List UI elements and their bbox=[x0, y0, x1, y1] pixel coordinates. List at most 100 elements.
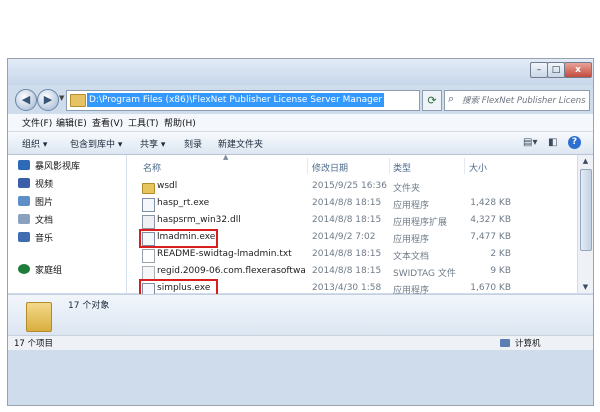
file-name: README-swidtag-lmadmin.txt bbox=[157, 249, 292, 259]
file-type: 应用程序 bbox=[393, 235, 430, 245]
music-icon bbox=[18, 232, 30, 242]
menu-bar: 文件(F) 编辑(E) 查看(V) 工具(T) 帮助(H) bbox=[8, 114, 593, 132]
close-button[interactable]: x bbox=[564, 62, 592, 78]
sidebar-item-label: 文档 bbox=[35, 216, 54, 226]
status-bar: 17 个项目 计算机 bbox=[8, 335, 593, 350]
document-icon bbox=[18, 214, 30, 224]
address-row: ◀ ▶ ▼ D:\Program Files (x86)\FlexNet Pub… bbox=[8, 85, 593, 113]
organize-button[interactable]: 组织 ▾ bbox=[22, 137, 47, 150]
computer-icon bbox=[500, 339, 510, 347]
sidebar-item-baofeng-library[interactable]: 暴风影视库 bbox=[18, 159, 80, 172]
forward-button[interactable]: ▶ bbox=[37, 89, 59, 111]
video-icon bbox=[18, 178, 30, 188]
file-icon bbox=[142, 266, 155, 280]
file-type: 文本文档 bbox=[393, 252, 430, 262]
file-name: wsdl bbox=[157, 181, 178, 191]
file-date: 2014/9/2 7:02 bbox=[312, 232, 376, 242]
object-count: 17 个对象 bbox=[68, 301, 110, 311]
menu-edit[interactable]: 编辑(E) bbox=[56, 116, 87, 129]
column-divider[interactable] bbox=[389, 158, 390, 174]
back-button[interactable]: ◀ bbox=[15, 89, 37, 111]
library-icon bbox=[18, 160, 30, 170]
file-size: 1,670 KB bbox=[470, 283, 511, 293]
sidebar-item-videos[interactable]: 视频 bbox=[18, 177, 53, 190]
minimize-button[interactable]: – bbox=[530, 62, 548, 78]
share-button[interactable]: 共享 ▾ bbox=[140, 137, 165, 150]
file-type: SWIDTAG 文件 bbox=[393, 269, 456, 279]
file-size: 7,477 KB bbox=[470, 232, 511, 242]
preview-pane-icon[interactable]: ◧ bbox=[548, 137, 557, 148]
folder-icon bbox=[26, 302, 52, 332]
file-type: 文件夹 bbox=[393, 184, 421, 194]
file-list: ▲ 名称 修改日期 类型 大小 wsdl 2015/9/25 16:36 文件夹… bbox=[127, 153, 577, 297]
item-count: 17 个项目 bbox=[14, 339, 54, 349]
column-divider[interactable] bbox=[307, 158, 308, 174]
sidebar-item-documents[interactable]: 文档 bbox=[18, 213, 53, 226]
sidebar-item-music[interactable]: 音乐 bbox=[18, 231, 53, 244]
column-header-size[interactable]: 大小 bbox=[469, 161, 487, 174]
title-bar: – □ x bbox=[8, 59, 593, 85]
menu-help[interactable]: 帮助(H) bbox=[164, 116, 196, 129]
explorer-window: – □ x ◀ ▶ ▼ D:\Program Files (x86)\FlexN… bbox=[7, 58, 594, 406]
file-name: hasp_rt.exe bbox=[157, 198, 210, 208]
menu-tools[interactable]: 工具(T) bbox=[128, 116, 159, 129]
search-input[interactable]: ⌕ 搜索 FlexNet Publisher License Ser... bbox=[444, 90, 590, 111]
file-date: 2014/8/8 18:15 bbox=[312, 215, 382, 225]
navigation-pane: 暴风影视库 视频 图片 文档 音乐 家庭组 bbox=[8, 155, 127, 293]
maximize-button[interactable]: □ bbox=[547, 62, 565, 78]
sidebar-item-label: 视频 bbox=[35, 180, 54, 190]
file-row[interactable]: hasp_rt.exe 2014/8/8 18:15 应用程序 1,428 KB bbox=[127, 196, 577, 213]
file-date: 2014/8/8 18:15 bbox=[312, 266, 382, 276]
sidebar-item-label: 家庭组 bbox=[35, 266, 63, 276]
sidebar-item-homegroup[interactable]: 家庭组 bbox=[18, 263, 62, 276]
burn-button[interactable]: 刻录 bbox=[184, 137, 202, 150]
search-icon: ⌕ bbox=[448, 92, 455, 105]
vertical-scrollbar[interactable]: ▲ ▼ bbox=[577, 155, 593, 293]
file-row[interactable]: README-swidtag-lmadmin.txt 2014/8/8 18:1… bbox=[127, 247, 577, 264]
address-bar[interactable]: D:\Program Files (x86)\FlexNet Publisher… bbox=[66, 90, 468, 111]
help-icon[interactable]: ? bbox=[568, 136, 581, 149]
file-size: 1,428 KB bbox=[470, 198, 511, 208]
address-path[interactable]: D:\Program Files (x86)\FlexNet Publisher… bbox=[87, 93, 385, 107]
new-folder-button[interactable]: 新建文件夹 bbox=[218, 137, 263, 150]
details-pane: 17 个对象 bbox=[8, 294, 593, 336]
folder-icon bbox=[70, 94, 86, 107]
recent-locations-icon[interactable]: ▼ bbox=[59, 94, 64, 102]
file-size: 9 KB bbox=[490, 266, 511, 276]
scroll-up-icon[interactable]: ▲ bbox=[578, 155, 593, 167]
search-placeholder: 搜索 FlexNet Publisher License Ser... bbox=[462, 96, 586, 106]
sort-ascending-icon: ▲ bbox=[223, 153, 229, 161]
sidebar-item-label: 音乐 bbox=[35, 234, 54, 244]
homegroup-icon bbox=[18, 264, 30, 274]
menu-view[interactable]: 查看(V) bbox=[92, 116, 123, 129]
scroll-thumb[interactable] bbox=[580, 169, 592, 251]
scroll-down-icon[interactable]: ▼ bbox=[578, 281, 593, 293]
computer-status: 计算机 bbox=[500, 337, 541, 349]
include-in-library-button[interactable]: 包含到库中 ▾ bbox=[70, 137, 122, 150]
dll-icon bbox=[142, 215, 155, 229]
refresh-button[interactable]: ⟳ bbox=[422, 90, 442, 111]
file-row[interactable]: wsdl 2015/9/25 16:36 文件夹 bbox=[127, 179, 577, 196]
file-type: 应用程序扩展 bbox=[393, 218, 448, 228]
file-row[interactable]: haspsrm_win32.dll 2014/8/8 18:15 应用程序扩展 … bbox=[127, 213, 577, 230]
menu-file[interactable]: 文件(F) bbox=[22, 116, 52, 129]
column-divider[interactable] bbox=[464, 158, 465, 174]
exe-icon bbox=[142, 198, 155, 212]
file-date: 2015/9/25 16:36 bbox=[312, 181, 387, 191]
file-name: regid.2009-06.com.flexerasoftware_6... bbox=[157, 266, 305, 276]
folder-icon bbox=[142, 183, 155, 194]
command-bar: 组织 ▾ 包含到库中 ▾ 共享 ▾ 刻录 新建文件夹 ▤▾ ◧ ? bbox=[8, 132, 593, 155]
column-header-name[interactable]: 名称 bbox=[143, 161, 161, 174]
sidebar-item-pictures[interactable]: 图片 bbox=[18, 195, 53, 208]
file-size: 2 KB bbox=[490, 249, 511, 259]
file-date: 2014/8/8 18:15 bbox=[312, 198, 382, 208]
view-options-icon[interactable]: ▤▾ bbox=[523, 137, 537, 148]
file-size: 4,327 KB bbox=[470, 215, 511, 225]
column-header-date[interactable]: 修改日期 bbox=[312, 161, 348, 174]
file-date: 2014/8/8 18:15 bbox=[312, 249, 382, 259]
column-header-type[interactable]: 类型 bbox=[393, 161, 411, 174]
highlight-box-lmadmin bbox=[139, 229, 218, 248]
text-file-icon bbox=[142, 249, 155, 263]
sidebar-item-label: 图片 bbox=[35, 198, 54, 208]
file-type: 应用程序 bbox=[393, 201, 430, 211]
